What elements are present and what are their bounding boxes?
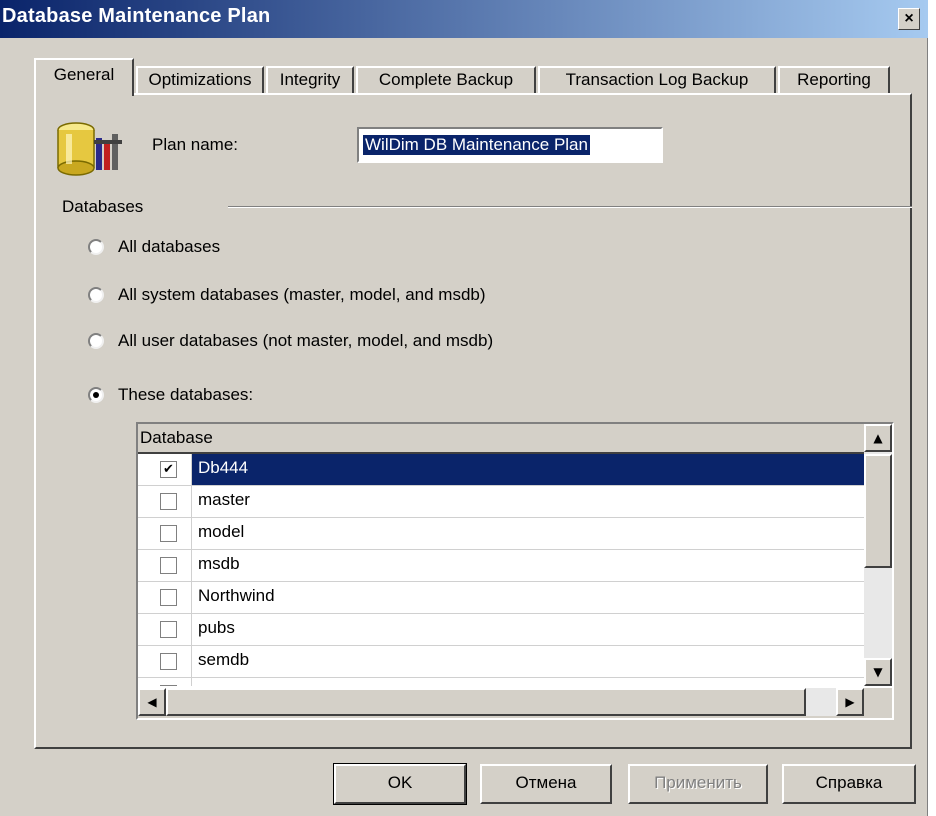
database-checkbox[interactable] [160,589,177,606]
close-button[interactable]: × [898,8,920,30]
horizontal-scroll-track[interactable] [806,688,836,716]
database-name: model [198,522,245,541]
database-row-db444[interactable]: ✔ Db444 [138,454,864,486]
checkbox-cell [138,678,192,686]
database-row-model[interactable]: model [138,518,864,550]
tab-general[interactable]: General [34,58,134,96]
checkbox-cell [138,614,192,645]
database-row-msdb[interactable]: msdb [138,550,864,582]
checkbox-cell [138,550,192,581]
database-name: Northwind [198,586,275,605]
title-bar[interactable]: Database Maintenance Plan × [0,0,928,38]
radio-user-databases-label[interactable]: All user databases (not master, model, a… [118,331,493,351]
scroll-up-arrow-icon[interactable]: ▲ [864,424,892,452]
database-list[interactable]: Database ✔ Db444 master model msdb North… [136,422,894,720]
checkbox-cell: ✔ [138,454,192,485]
database-plan-icon [57,122,122,176]
scroll-down-arrow-icon[interactable]: ▼ [864,658,892,686]
maintenance-plan-window: Database Maintenance Plan × General Opti… [0,0,928,816]
database-checkbox[interactable] [160,653,177,670]
cancel-button[interactable]: Отмена [480,764,612,804]
database-row-northwind[interactable]: Northwind [138,582,864,614]
radio-all-databases-label[interactable]: All databases [118,237,220,257]
database-row-semdb[interactable]: semdb [138,646,864,678]
databases-group-divider [228,206,912,208]
checkbox-cell [138,486,192,517]
database-checkbox[interactable]: ✔ [160,461,177,478]
tab-transaction-log-backup[interactable]: Transaction Log Backup [538,66,776,94]
database-checkbox[interactable] [160,621,177,638]
database-name: pubs [198,618,235,637]
radio-user-databases[interactable] [88,333,104,349]
database-checkbox[interactable] [160,525,177,542]
database-rows: ✔ Db444 master model msdb Northwind pubs… [138,454,864,686]
checkbox-cell [138,582,192,613]
horizontal-scrollbar[interactable]: ◀ ▶ [138,688,892,718]
database-checkbox[interactable] [160,493,177,510]
database-name: semdb [198,650,250,669]
window-title: Database Maintenance Plan [2,5,271,27]
database-name: Db444 [198,458,249,477]
database-row-partial[interactable] [138,678,864,686]
radio-these-databases-label[interactable]: These databases: [118,385,253,405]
scroll-right-arrow-icon[interactable]: ▶ [836,688,864,716]
database-row-pubs[interactable]: pubs [138,614,864,646]
checkbox-cell [138,646,192,677]
radio-system-databases-label[interactable]: All system databases (master, model, and… [118,285,486,305]
plan-name-value: WilDim DB Maintenance Plan [363,135,590,155]
vertical-scrollbar[interactable]: ▲ ▼ [864,424,892,686]
databases-group-label: Databases [62,197,144,216]
help-button[interactable]: Справка [782,764,916,804]
plan-name-input[interactable]: WilDim DB Maintenance Plan [357,127,663,163]
checkbox-cell [138,518,192,549]
plan-name-label: Plan name: [152,135,238,154]
database-name: msdb [198,554,240,573]
scroll-left-arrow-icon[interactable]: ◀ [138,688,166,716]
database-row-master[interactable]: master [138,486,864,518]
tab-complete-backup[interactable]: Complete Backup [356,66,536,94]
tab-integrity[interactable]: Integrity [266,66,354,94]
vertical-scroll-thumb[interactable] [864,454,892,568]
database-name: master [198,490,250,509]
radio-system-databases[interactable] [88,287,104,303]
database-checkbox[interactable] [160,685,177,686]
apply-button[interactable]: Применить [628,764,768,804]
database-column-header[interactable]: Database [138,424,864,454]
tab-reporting[interactable]: Reporting [778,66,890,94]
radio-these-databases[interactable] [88,387,104,403]
radio-all-databases[interactable] [88,239,104,255]
tab-optimizations[interactable]: Optimizations [136,66,264,94]
database-checkbox[interactable] [160,557,177,574]
horizontal-scroll-thumb[interactable] [166,688,806,716]
ok-button[interactable]: OK [333,763,467,805]
